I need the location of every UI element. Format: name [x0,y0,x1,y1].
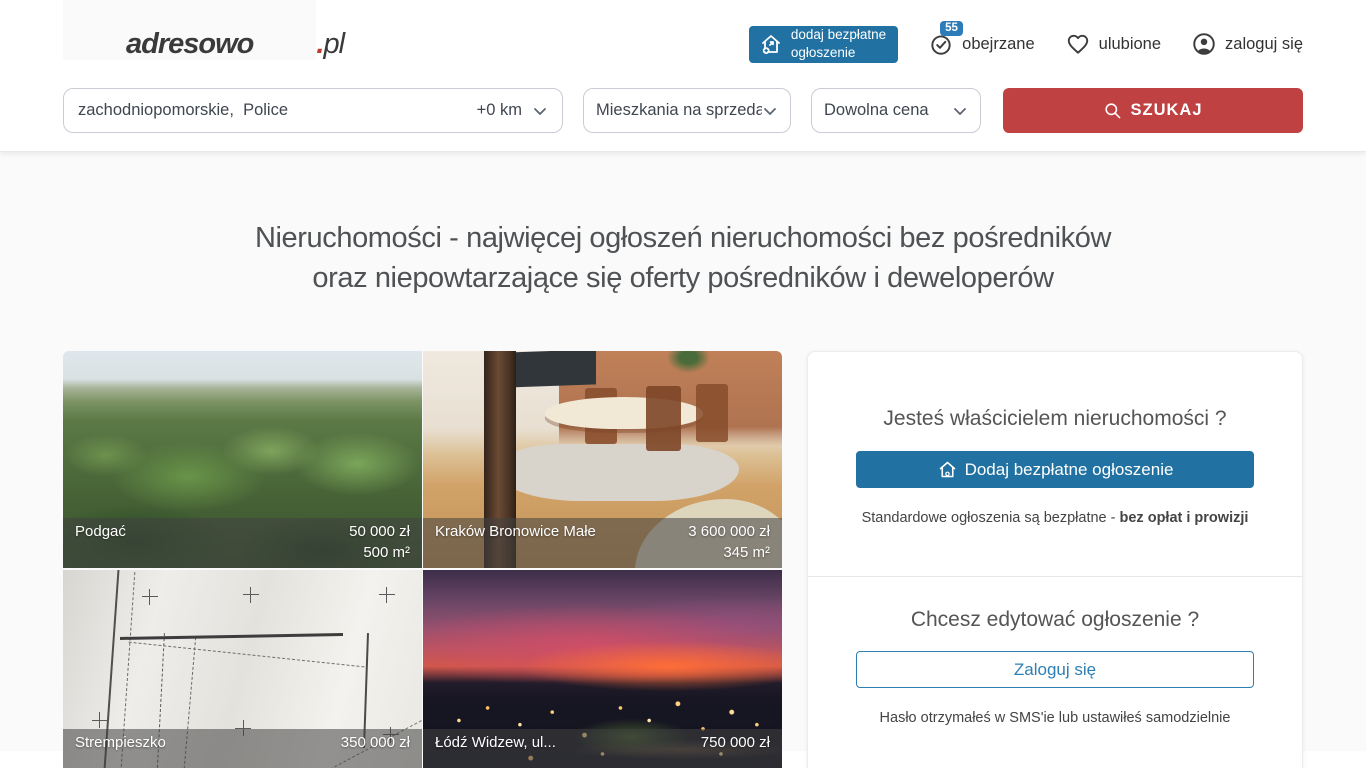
viewed-icon-wrap: 55 [928,31,954,57]
add-listing-button[interactable]: dodaj bezpłatne ogłoszenie [749,26,898,63]
add-listing-label: dodaj bezpłatne ogłoszenie [791,26,886,61]
listing-price: 50 000 zł [349,523,410,541]
nav-item-login[interactable]: zaloguj się [1191,31,1303,57]
edit-note: Hasło otrzymałeś w SMS'ie lub ustawiłeś … [856,710,1254,726]
listing-price: 750 000 zł [701,734,770,752]
content-columns: Podgać 50 000 zł 500 m² [63,351,1303,768]
owner-note-regular: Standardowe ogłoszenia są bezpłatne - [862,510,1120,526]
location-input[interactable] [78,101,477,120]
header: adresowo.pl dodaj bezpłatne ogłoszenie [0,0,1366,152]
property-type-select[interactable]: Mieszkania na sprzeda [583,88,791,133]
main-content: Nieruchomości - najwięcej ogłoszeń nieru… [0,152,1366,751]
edit-section: Chcesz edytować ogłoszenie ? Zaloguj się… [808,576,1302,768]
viewed-label: obejrzane [962,35,1034,54]
heart-icon [1065,31,1091,57]
listing-area [75,755,410,768]
chevron-down-icon [762,103,778,119]
header-top-row: adresowo.pl dodaj bezpłatne ogłoszenie [0,0,1366,88]
owner-panel: Jesteś właścicielem nieruchomości ? Doda… [807,351,1303,768]
listing-name: Łódź Widzew, ul... [435,734,556,752]
owner-note: Standardowe ogłoszenia są bezpłatne - be… [856,510,1254,526]
search-icon [1103,101,1122,120]
listing-card-map[interactable]: Strempieszko 350 000 zł [63,570,422,768]
listing-caption: Kraków Bronowice Małe 3 600 000 zł 345 m… [423,518,782,568]
page-title-line2: oraz niepowtarzające się oferty pośredni… [63,258,1303,298]
sidebar-add-listing-label: Dodaj bezpłatne ogłoszenie [965,460,1174,480]
photo-shape [667,351,710,373]
photo-shape [506,351,596,387]
photo-shape [646,386,682,451]
photo-shape [120,633,343,640]
listing-card-night[interactable]: Łódź Widzew, ul... 750 000 zł [423,570,782,768]
listing-name: Podgać [75,523,126,541]
photo-shape [495,444,739,500]
listing-area [435,755,770,768]
page-title-line1: Nieruchomości - najwięcej ogłoszeń nieru… [63,218,1303,258]
chevron-down-icon [952,103,968,119]
photo-shape [243,587,259,603]
site-logo[interactable]: adresowo.pl [63,28,344,61]
listing-name: Strempieszko [75,734,166,752]
nav-item-viewed[interactable]: 55 obejrzane [928,31,1034,57]
sidebar-add-listing-button[interactable]: Dodaj bezpłatne ogłoszenie [856,451,1254,488]
edit-title: Chcesz edytować ogłoszenie ? [856,608,1254,632]
price-select[interactable]: Dowolna cena [811,88,981,133]
page-title: Nieruchomości - najwięcej ogłoszeń nieru… [63,218,1303,298]
listing-name: Kraków Bronowice Małe [435,523,596,541]
house-add-icon [759,32,783,56]
house-add-icon [937,459,958,480]
favorites-label: ulubione [1099,35,1161,54]
logo-suffix: pl [323,28,344,60]
photo-shape [696,384,728,443]
nav-item-favorites[interactable]: ulubione [1065,31,1161,57]
photo-shape [379,587,395,603]
listing-caption: Podgać 50 000 zł 500 m² [63,518,422,568]
chevron-down-icon [532,103,548,119]
property-type-value: Mieszkania na sprzeda [596,101,762,120]
logo-main: adresowo [63,0,316,60]
listing-caption: Strempieszko 350 000 zł [63,729,422,768]
login-label: zaloguj się [1225,35,1303,54]
user-icon [1191,31,1217,57]
owner-note-bold: bez opłat i prowizji [1120,510,1249,526]
listing-card-dining[interactable]: Kraków Bronowice Małe 3 600 000 zł 345 m… [423,351,782,568]
owner-section: Jesteś właścicielem nieruchomości ? Doda… [808,352,1302,576]
photo-shape [142,589,158,605]
header-nav: dodaj bezpłatne ogłoszenie 55 obejrzane [749,26,1303,63]
search-button[interactable]: SZUKAJ [1003,88,1303,133]
photo-shape [92,712,108,728]
listing-caption: Łódź Widzew, ul... 750 000 zł [423,729,782,768]
radius-select[interactable]: +0 km [477,101,548,120]
search-bar: +0 km Mieszkania na sprzeda Dowolna cena [0,88,1366,151]
radius-value: +0 km [477,101,522,120]
search-button-label: SZUKAJ [1130,101,1202,120]
listing-price: 3 600 000 zł [688,523,770,541]
location-input-box[interactable]: +0 km [63,88,563,133]
owner-title: Jesteś właścicielem nieruchomości ? [856,407,1254,431]
price-value: Dowolna cena [824,101,929,120]
sidebar-login-button[interactable]: Zaloguj się [856,651,1254,688]
listing-area: 345 m² [435,544,770,562]
listing-area: 500 m² [75,544,410,562]
listing-card-forest[interactable]: Podgać 50 000 zł 500 m² [63,351,422,568]
listings-grid: Podgać 50 000 zł 500 m² [63,351,782,768]
listing-price: 350 000 zł [341,734,410,752]
viewed-count-badge: 55 [940,21,963,36]
